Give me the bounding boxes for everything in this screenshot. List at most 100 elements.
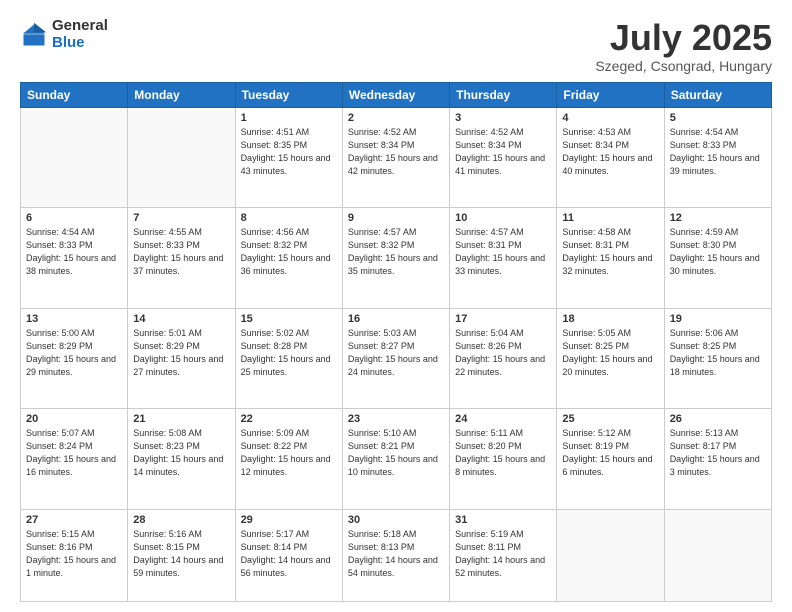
day-info: Sunrise: 5:09 AMSunset: 8:22 PMDaylight:… xyxy=(241,427,337,479)
weekday-header-monday: Monday xyxy=(128,82,235,107)
calendar-cell: 20 Sunrise: 5:07 AMSunset: 8:24 PMDayligh… xyxy=(21,409,128,510)
calendar-body: 1Sunrise: 4:51 AMSunset: 8:35 PMDaylight… xyxy=(21,107,772,601)
day-info: Sunrise: 5:03 AMSunset: 8:27 PMDaylight:… xyxy=(348,327,444,379)
calendar-cell: 23 Sunrise: 5:10 AMSunset: 8:21 PMDayligh… xyxy=(342,409,449,510)
day-info: Sunrise: 5:15 AMSunset: 8:16 PMDaylight:… xyxy=(26,528,122,580)
day-info: Sunrise: 5:05 AMSunset: 8:25 PMDaylight:… xyxy=(562,327,658,379)
day-number: 14 xyxy=(133,313,229,325)
calendar-cell: 21 Sunrise: 5:08 AMSunset: 8:23 PMDayligh… xyxy=(128,409,235,510)
calendar-cell: 29Sunrise: 5:17 AMSunset: 8:14 PMDayligh… xyxy=(235,509,342,601)
weekday-header-tuesday: Tuesday xyxy=(235,82,342,107)
calendar-cell: 18 Sunrise: 5:05 AMSunset: 8:25 PMDayligh… xyxy=(557,308,664,409)
day-number: 3 xyxy=(455,112,551,124)
title-section: July 2025 Szeged, Csongrad, Hungary xyxy=(595,18,772,74)
calendar-header: SundayMondayTuesdayWednesdayThursdayFrid… xyxy=(21,82,772,107)
calendar-cell: 26 Sunrise: 5:13 AMSunset: 8:17 PMDayligh… xyxy=(664,409,771,510)
day-number: 17 xyxy=(455,313,551,325)
day-number: 18 xyxy=(562,313,658,325)
calendar-cell: 5 Sunrise: 4:54 AMSunset: 8:33 PMDaylight… xyxy=(664,107,771,208)
weekday-header-saturday: Saturday xyxy=(664,82,771,107)
day-info: Sunrise: 5:18 AMSunset: 8:13 PMDaylight:… xyxy=(348,528,444,580)
calendar-cell: 16 Sunrise: 5:03 AMSunset: 8:27 PMDayligh… xyxy=(342,308,449,409)
day-info: Sunrise: 4:51 AMSunset: 8:35 PMDaylight:… xyxy=(241,126,337,178)
logo-icon xyxy=(20,21,48,49)
calendar-week-3: 13 Sunrise: 5:00 AMSunset: 8:29 PMDayligh… xyxy=(21,308,772,409)
calendar-cell: 22 Sunrise: 5:09 AMSunset: 8:22 PMDayligh… xyxy=(235,409,342,510)
weekday-header-wednesday: Wednesday xyxy=(342,82,449,107)
day-info: Sunrise: 4:57 AMSunset: 8:31 PMDaylight:… xyxy=(455,226,551,278)
calendar-cell: 4Sunrise: 4:53 AMSunset: 8:34 PMDaylight… xyxy=(557,107,664,208)
day-number: 26 xyxy=(670,413,766,425)
day-number: 12 xyxy=(670,212,766,224)
day-info: Sunrise: 4:52 AMSunset: 8:34 PMDaylight:… xyxy=(455,126,551,178)
day-info: Sunrise: 5:00 AMSunset: 8:29 PMDaylight:… xyxy=(26,327,122,379)
calendar-cell: 1Sunrise: 4:51 AMSunset: 8:35 PMDaylight… xyxy=(235,107,342,208)
calendar-cell: 12 Sunrise: 4:59 AMSunset: 8:30 PMDayligh… xyxy=(664,208,771,309)
day-number: 19 xyxy=(670,313,766,325)
day-number: 9 xyxy=(348,212,444,224)
weekday-header-thursday: Thursday xyxy=(450,82,557,107)
day-number: 5 xyxy=(670,112,766,124)
calendar-week-4: 20 Sunrise: 5:07 AMSunset: 8:24 PMDayligh… xyxy=(21,409,772,510)
day-info: Sunrise: 4:58 AMSunset: 8:31 PMDaylight:… xyxy=(562,226,658,278)
day-number: 6 xyxy=(26,212,122,224)
day-info: Sunrise: 4:53 AMSunset: 8:34 PMDaylight:… xyxy=(562,126,658,178)
calendar-cell: 25Sunrise: 5:12 AMSunset: 8:19 PMDayligh… xyxy=(557,409,664,510)
day-info: Sunrise: 4:57 AMSunset: 8:32 PMDaylight:… xyxy=(348,226,444,278)
calendar-week-5: 27 Sunrise: 5:15 AMSunset: 8:16 PMDayligh… xyxy=(21,509,772,601)
calendar-cell: 7Sunrise: 4:55 AMSunset: 8:33 PMDaylight… xyxy=(128,208,235,309)
logo-general: General xyxy=(52,18,108,35)
day-number: 31 xyxy=(455,514,551,526)
day-number: 29 xyxy=(241,514,337,526)
calendar-cell: 3 Sunrise: 4:52 AMSunset: 8:34 PMDaylight… xyxy=(450,107,557,208)
day-info: Sunrise: 5:01 AMSunset: 8:29 PMDaylight:… xyxy=(133,327,229,379)
logo-blue: Blue xyxy=(52,35,108,52)
calendar-cell: 8Sunrise: 4:56 AMSunset: 8:32 PMDaylight… xyxy=(235,208,342,309)
day-number: 2 xyxy=(348,112,444,124)
page: General Blue July 2025 Szeged, Csongrad,… xyxy=(0,0,792,612)
day-info: Sunrise: 4:59 AMSunset: 8:30 PMDaylight:… xyxy=(670,226,766,278)
day-number: 23 xyxy=(348,413,444,425)
day-info: Sunrise: 5:02 AMSunset: 8:28 PMDaylight:… xyxy=(241,327,337,379)
day-number: 8 xyxy=(241,212,337,224)
weekday-header-sunday: Sunday xyxy=(21,82,128,107)
day-info: Sunrise: 4:55 AMSunset: 8:33 PMDaylight:… xyxy=(133,226,229,278)
day-info: Sunrise: 5:07 AMSunset: 8:24 PMDaylight:… xyxy=(26,427,122,479)
day-number: 15 xyxy=(241,313,337,325)
day-number: 27 xyxy=(26,514,122,526)
calendar-cell xyxy=(21,107,128,208)
day-info: Sunrise: 4:54 AMSunset: 8:33 PMDaylight:… xyxy=(670,126,766,178)
logo-text: General Blue xyxy=(52,18,108,51)
day-number: 20 xyxy=(26,413,122,425)
calendar-table: SundayMondayTuesdayWednesdayThursdayFrid… xyxy=(20,82,772,602)
month-title: July 2025 xyxy=(595,18,772,58)
day-number: 22 xyxy=(241,413,337,425)
day-number: 25 xyxy=(562,413,658,425)
logo: General Blue xyxy=(20,18,108,51)
calendar-cell: 9 Sunrise: 4:57 AMSunset: 8:32 PMDaylight… xyxy=(342,208,449,309)
calendar-cell: 17 Sunrise: 5:04 AMSunset: 8:26 PMDayligh… xyxy=(450,308,557,409)
calendar-cell: 14 Sunrise: 5:01 AMSunset: 8:29 PMDayligh… xyxy=(128,308,235,409)
calendar-cell: 2Sunrise: 4:52 AMSunset: 8:34 PMDaylight… xyxy=(342,107,449,208)
calendar-week-2: 6Sunrise: 4:54 AMSunset: 8:33 PMDaylight… xyxy=(21,208,772,309)
day-number: 13 xyxy=(26,313,122,325)
day-number: 16 xyxy=(348,313,444,325)
calendar-week-1: 1Sunrise: 4:51 AMSunset: 8:35 PMDaylight… xyxy=(21,107,772,208)
calendar-cell: 13 Sunrise: 5:00 AMSunset: 8:29 PMDayligh… xyxy=(21,308,128,409)
calendar-cell xyxy=(557,509,664,601)
day-number: 24 xyxy=(455,413,551,425)
location: Szeged, Csongrad, Hungary xyxy=(595,58,772,74)
day-info: Sunrise: 5:11 AMSunset: 8:20 PMDaylight:… xyxy=(455,427,551,479)
weekday-row: SundayMondayTuesdayWednesdayThursdayFrid… xyxy=(21,82,772,107)
day-info: Sunrise: 5:16 AMSunset: 8:15 PMDaylight:… xyxy=(133,528,229,580)
day-info: Sunrise: 5:10 AMSunset: 8:21 PMDaylight:… xyxy=(348,427,444,479)
calendar-cell: 27 Sunrise: 5:15 AMSunset: 8:16 PMDayligh… xyxy=(21,509,128,601)
calendar-cell: 24 Sunrise: 5:11 AMSunset: 8:20 PMDayligh… xyxy=(450,409,557,510)
day-number: 21 xyxy=(133,413,229,425)
day-info: Sunrise: 5:08 AMSunset: 8:23 PMDaylight:… xyxy=(133,427,229,479)
day-info: Sunrise: 5:19 AMSunset: 8:11 PMDaylight:… xyxy=(455,528,551,580)
day-number: 30 xyxy=(348,514,444,526)
day-info: Sunrise: 5:13 AMSunset: 8:17 PMDaylight:… xyxy=(670,427,766,479)
day-info: Sunrise: 5:04 AMSunset: 8:26 PMDaylight:… xyxy=(455,327,551,379)
day-number: 10 xyxy=(455,212,551,224)
